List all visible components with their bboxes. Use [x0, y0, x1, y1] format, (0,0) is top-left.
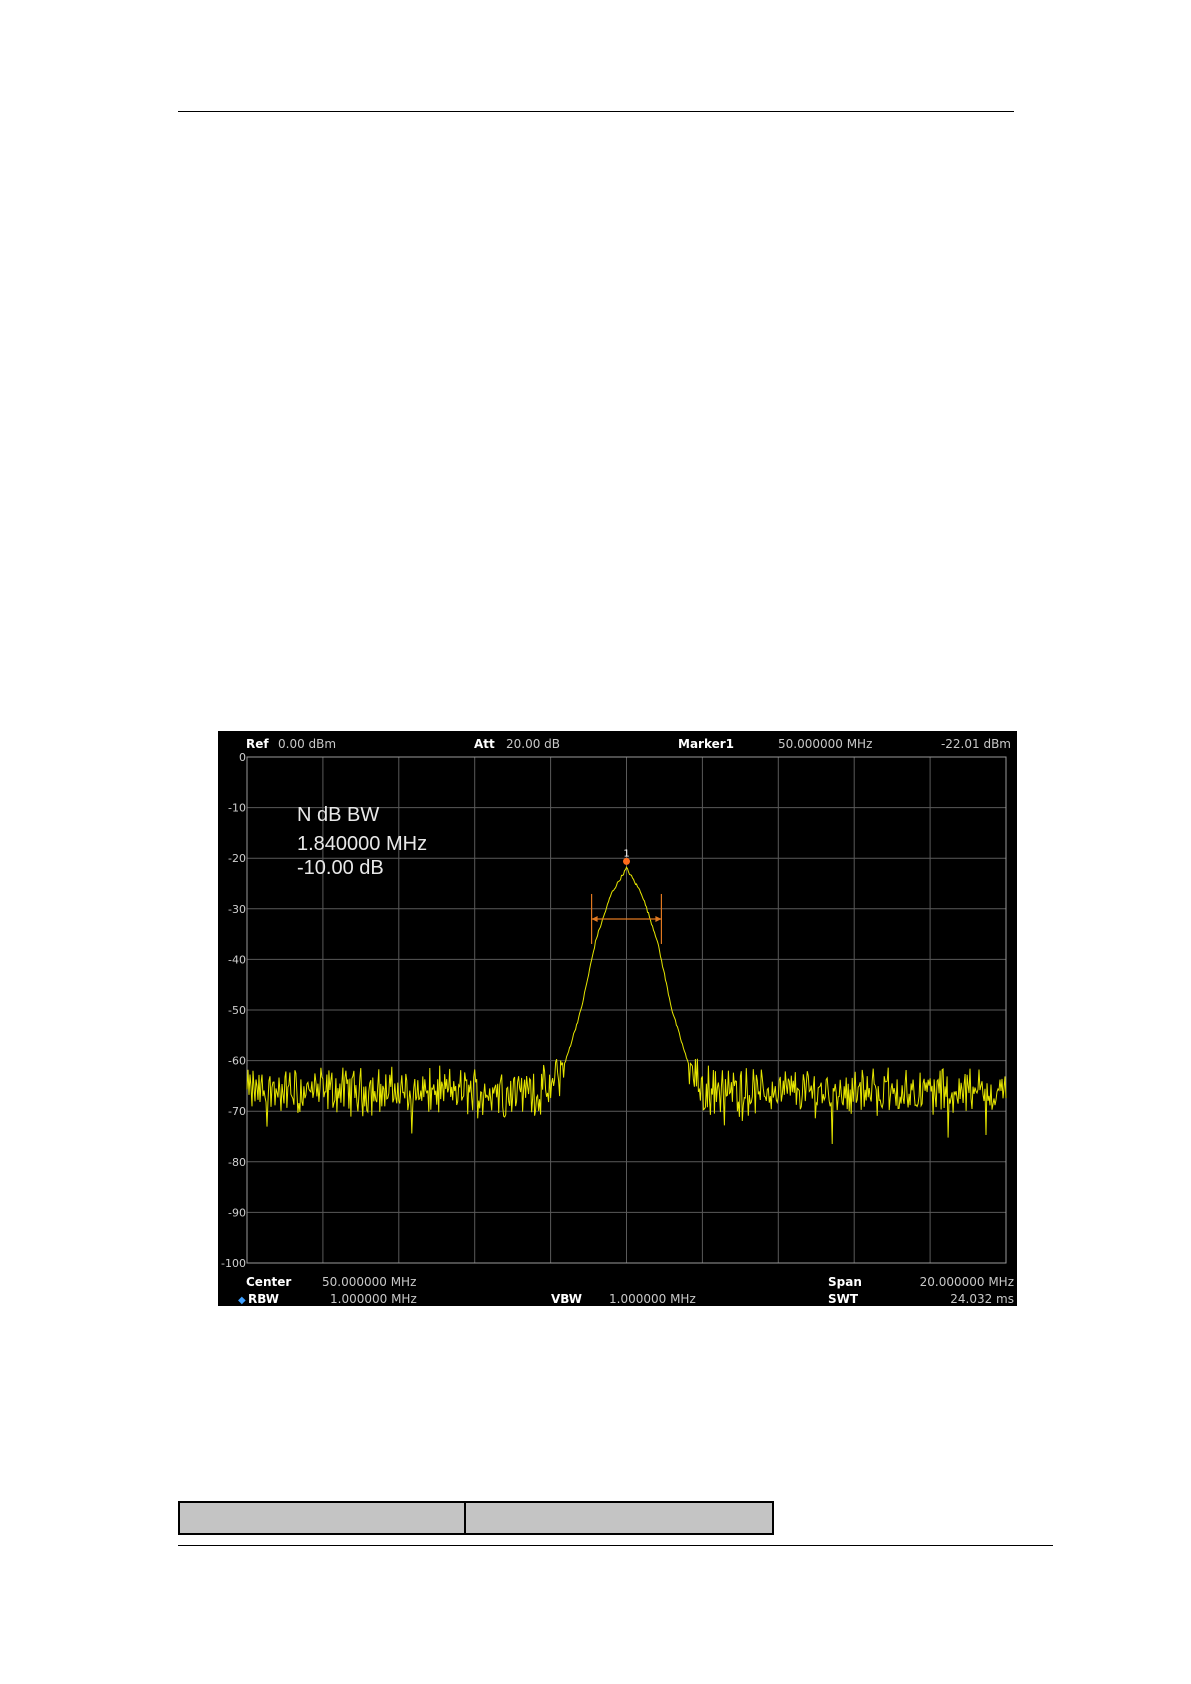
marker-level: -22.01 dBm — [941, 737, 1011, 751]
header-rule — [178, 111, 1014, 112]
y-tick-label: -70 — [228, 1105, 246, 1118]
ndb-bw-title: N dB BW — [297, 804, 379, 826]
rbw-indicator-icon: ◆ — [238, 1295, 246, 1306]
att-value: 20.00 dB — [506, 737, 560, 751]
ndb-level-value: -10.00 dB — [297, 857, 384, 879]
y-tick-label: -30 — [228, 903, 246, 916]
bracket-left-arrow — [591, 915, 598, 922]
marker-label: Marker1 — [678, 737, 734, 751]
y-tick-label: 0 — [239, 751, 246, 764]
marker-1-number: 1 — [623, 848, 629, 859]
y-tick-labels: 0 -10 -20 -30 -40 -50 -60 -70 -80 -90 -100 — [221, 751, 246, 1270]
y-tick-label: -60 — [228, 1055, 246, 1068]
y-tick-label: -90 — [228, 1206, 246, 1219]
bracket-right-arrow — [655, 915, 662, 922]
y-tick-label: -80 — [228, 1156, 246, 1169]
footer-rule — [178, 1545, 1053, 1546]
rbw-label: RBW — [248, 1292, 279, 1306]
table-header-cell — [178, 1501, 466, 1535]
spectrum-analyzer-screen: Ref 0.00 dBm Att 20.00 dB Marker1 50.000… — [218, 731, 1017, 1306]
rbw-value: 1.000000 MHz — [330, 1292, 417, 1306]
vbw-label: VBW — [551, 1292, 582, 1306]
y-tick-label: -100 — [221, 1257, 246, 1270]
marker-frequency: 50.000000 MHz — [778, 737, 872, 751]
y-tick-label: -20 — [228, 852, 246, 865]
swt-label: SWT — [828, 1292, 859, 1306]
span-value: 20.000000 MHz — [920, 1275, 1014, 1289]
center-label: Center — [246, 1275, 291, 1289]
span-label: Span — [828, 1275, 862, 1289]
y-tick-label: -10 — [228, 802, 246, 815]
table-header-row — [178, 1501, 774, 1535]
ref-label: Ref — [246, 737, 269, 751]
spectrum-plot: Ref 0.00 dBm Att 20.00 dB Marker1 50.000… — [221, 737, 1014, 1306]
att-label: Att — [474, 737, 495, 751]
y-tick-label: -40 — [228, 953, 246, 966]
ref-value: 0.00 dBm — [278, 737, 336, 751]
swt-value: 24.032 ms — [950, 1292, 1014, 1306]
vbw-value: 1.000000 MHz — [609, 1292, 696, 1306]
ndb-bw-value: 1.840000 MHz — [297, 833, 427, 855]
y-tick-label: -50 — [228, 1004, 246, 1017]
center-value: 50.000000 MHz — [322, 1275, 416, 1289]
table-header-cell — [464, 1501, 774, 1535]
